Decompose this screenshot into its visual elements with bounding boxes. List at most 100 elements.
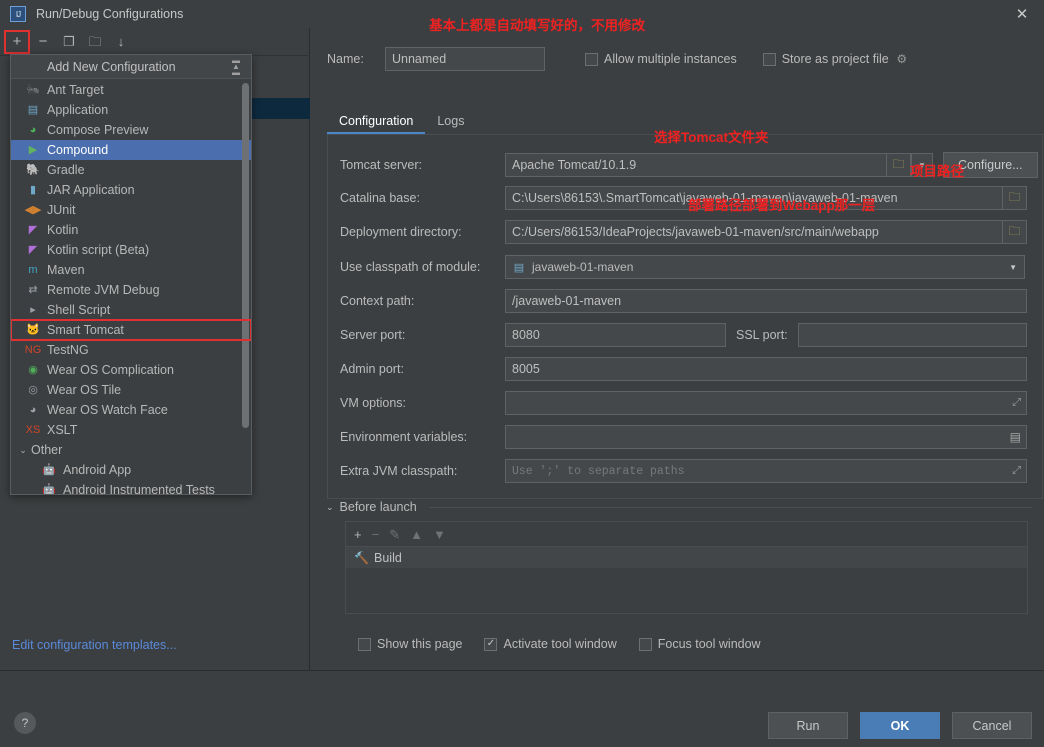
gear-icon[interactable]: ⚙ [895,52,909,66]
configuration-type-item[interactable]: ▤ Application [11,100,251,120]
tab-configuration[interactable]: Configuration [327,114,426,134]
edit-configuration-templates-link[interactable]: Edit configuration templates... [12,638,177,652]
tab-logs[interactable]: Logs [425,114,476,134]
before-launch-add-button[interactable]: + [354,528,362,541]
configuration-type-label: Ant Target [47,83,104,97]
configuration-type-item[interactable]: ◉ Wear OS Complication [11,360,251,380]
tomcat-server-combo[interactable]: 🗀 ▼ [505,153,933,177]
before-launch-item-build[interactable]: 🔨 Build [346,547,1027,568]
run-button[interactable]: Run [768,712,848,739]
collapse-expand-icon[interactable]: ▬ ▲ ▬ [229,57,243,77]
show-this-page-checkbox[interactable]: Show this page [358,637,462,651]
compound-icon: ▶ [28,143,38,156]
configuration-type-item[interactable]: ▸ Shell Script [11,300,251,320]
configuration-type-item[interactable]: ▶ Compound [11,140,251,160]
name-input[interactable] [385,47,545,71]
chevron-down-icon-before-launch[interactable]: ⌄ [326,502,334,513]
compose-preview-icon: ◕ [29,123,37,136]
show-this-page-box [358,637,371,651]
configuration-type-label: Gradle [47,163,85,177]
store-as-project-file-checkbox[interactable]: Store as project file [762,52,889,66]
expand-editor-icon-2[interactable]: ⤢ [1012,465,1021,477]
tomcat-server-dropdown-arrow[interactable]: ▼ [911,153,933,177]
configuration-type-item[interactable]: XS XSLT [11,420,251,440]
title-bar: IJ Run/Debug Configurations ✕ [0,0,1044,28]
cancel-button[interactable]: Cancel [952,712,1032,739]
before-launch-divider [428,506,1032,508]
use-classpath-module-select[interactable]: ▤ javaweb-01-maven ▼ [505,255,1025,279]
configuration-type-item[interactable]: ◎ Wear OS Tile [11,380,251,400]
server-port-label: Server port: [340,328,406,342]
admin-port-input[interactable] [505,357,1027,381]
configuration-type-item[interactable]: ◕ Wear OS Watch Face [11,400,251,420]
ok-button[interactable]: OK [860,712,940,739]
configuration-type-item[interactable]: 🤖 Android App [11,460,251,480]
before-launch-edit-button[interactable]: ✎ [389,528,400,541]
configuration-list-selected-row[interactable] [247,98,310,119]
allow-multiple-instances-box [585,52,598,66]
copy-configuration-button[interactable]: ❐ [56,30,82,54]
store-as-project-file-label: Store as project file [781,52,889,66]
configuration-type-item[interactable]: 🐘 Gradle [11,160,251,180]
configuration-type-item[interactable]: NG TestNG [11,340,251,360]
ssl-port-input[interactable] [798,323,1027,347]
close-icon[interactable]: ✕ [1000,0,1044,28]
allow-multiple-instances-checkbox[interactable]: Allow multiple instances [585,52,737,66]
server-port-input[interactable] [505,323,726,347]
catalina-base-field[interactable]: 🗀 [505,186,1027,210]
configuration-type-label: Compound [47,143,109,157]
configuration-type-item[interactable]: m Maven [11,260,251,280]
configuration-type-item[interactable]: 🤖 Android Instrumented Tests [11,480,251,495]
new-folder-button[interactable]: 🗀 [82,30,108,54]
popup-scrollbar-thumb[interactable] [242,83,249,428]
show-this-page-label: Show this page [377,637,463,651]
configuration-type-item[interactable]: ◀▶ JUnit [11,200,251,220]
configuration-type-item[interactable]: ▮ JAR Application [11,180,251,200]
deployment-directory-browse-button[interactable]: 🗀 [1003,220,1027,244]
activate-tool-window-checkbox[interactable]: Activate tool window [484,637,617,651]
configuration-type-item[interactable]: 🐜 Ant Target [11,80,251,100]
configuration-type-item[interactable]: 🐱 Smart Tomcat [11,319,251,341]
configure-button[interactable]: Configure... [943,152,1038,178]
admin-port-row: Admin port: [340,357,1027,381]
vm-options-field[interactable]: ⤢ [505,391,1027,415]
before-launch-options: Show this page Activate tool window Focu… [358,637,761,651]
vm-options-input[interactable] [505,391,1027,415]
configuration-group-other[interactable]: ⌄ Other [11,440,251,460]
help-button[interactable]: ? [14,712,36,734]
vm-options-row: VM options: ⤢ [340,391,1027,415]
expand-editor-icon[interactable]: ⤢ [1012,397,1021,409]
vm-options-label: VM options: [340,396,407,410]
application-icon: ▤ [27,103,39,116]
catalina-base-input[interactable] [505,186,1003,210]
catalina-base-browse-button[interactable]: 🗀 [1003,186,1027,210]
tomcat-server-input[interactable] [505,153,887,177]
remove-configuration-button[interactable]: − [30,30,56,54]
focus-tool-window-checkbox[interactable]: Focus tool window [638,637,761,651]
context-path-input[interactable] [505,289,1027,313]
extra-jvm-classpath-input[interactable] [505,459,1027,483]
xslt-icon: XS [25,423,41,436]
configuration-type-item[interactable]: ◤ Kotlin script (Beta) [11,240,251,260]
configuration-type-list[interactable]: 🐜 Ant Target ▤ Application ◕ Compose Preview ▶… [11,79,251,495]
sort-configurations-button[interactable]: ↓ [108,30,134,54]
configuration-type-item[interactable]: ◕ Compose Preview [11,120,251,140]
configuration-type-item[interactable]: ◤ Kotlin [11,220,251,240]
environment-variables-field[interactable]: ▤ [505,425,1027,449]
kotlin-icon: ◤ [28,223,38,236]
store-as-project-file-box [762,52,776,66]
extra-jvm-classpath-field[interactable]: ⤢ [505,459,1027,483]
before-launch-move-up-button[interactable]: ▲ [410,528,423,541]
environment-variables-editor-icon[interactable]: ▤ [1010,431,1021,443]
deployment-directory-field[interactable]: 🗀 [505,220,1027,244]
deployment-directory-input[interactable] [505,220,1003,244]
folder-add-icon: 🗀 [88,34,102,49]
before-launch-remove-button[interactable]: − [372,528,380,541]
configuration-type-item[interactable]: ⇄ Remote JVM Debug [11,280,251,300]
before-launch-move-down-button[interactable]: ▼ [433,528,446,541]
tomcat-server-browse-button[interactable]: 🗀 [887,153,911,177]
android-instrumented-tests-icon: 🤖 [42,483,56,495]
environment-variables-input[interactable] [505,425,1027,449]
add-configuration-button[interactable]: + [4,29,30,54]
configuration-type-label: JAR Application [47,183,135,197]
